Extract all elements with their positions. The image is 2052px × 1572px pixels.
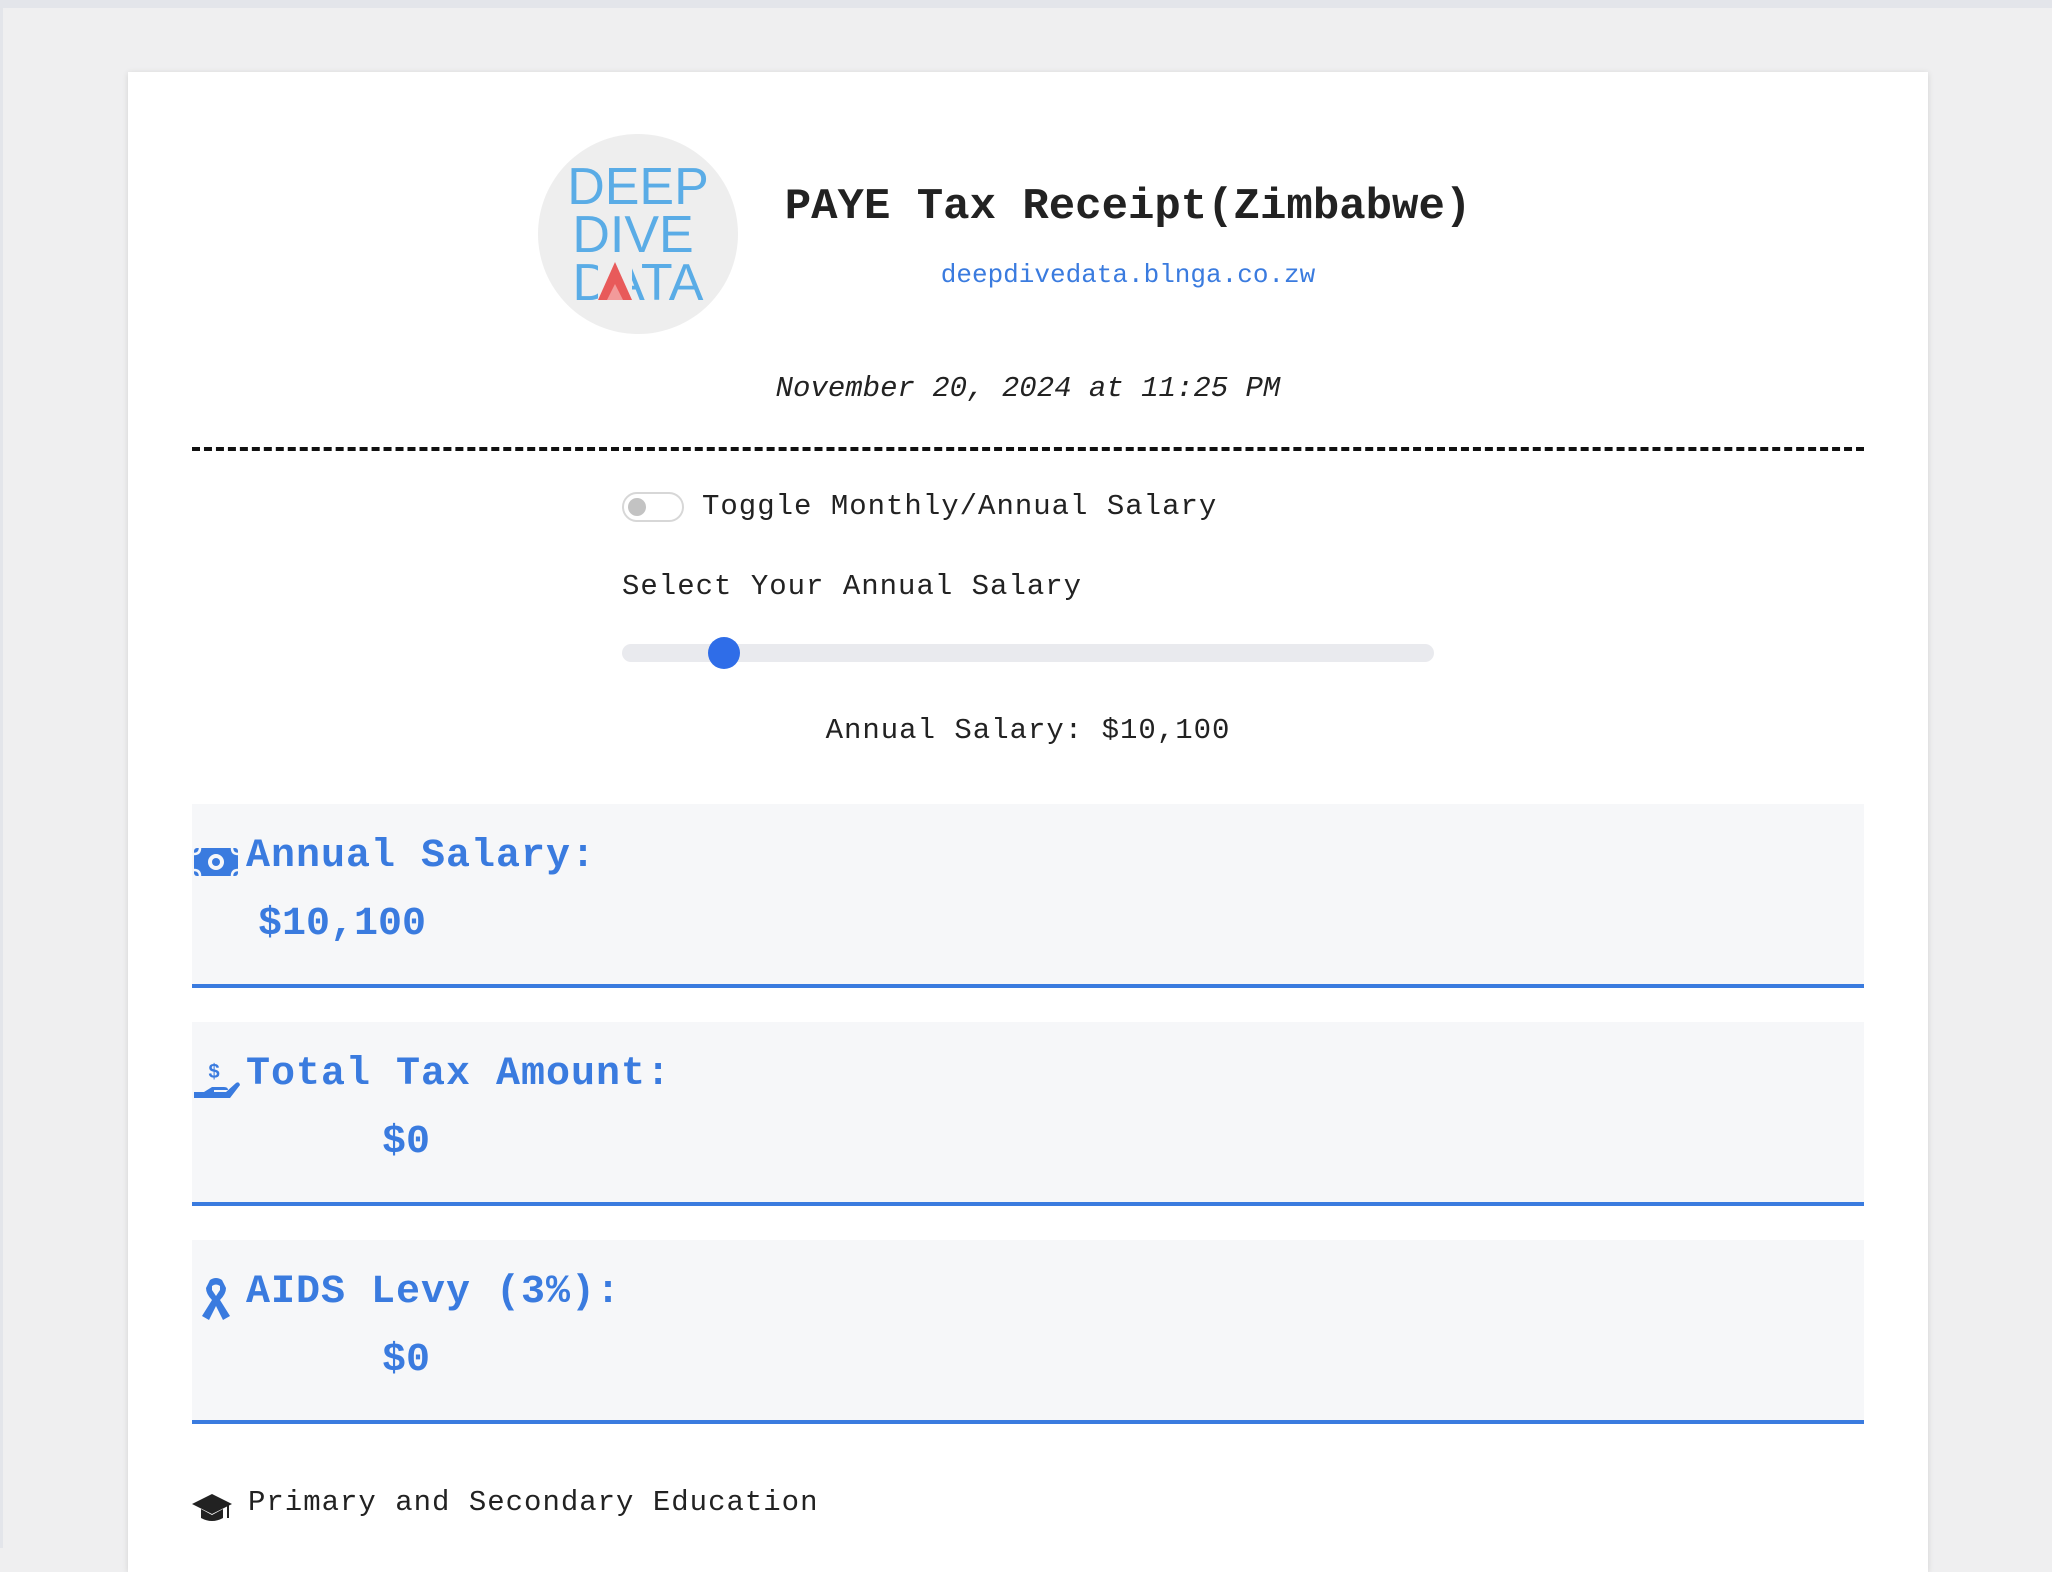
toggle-knob (628, 498, 646, 516)
money-bill-icon (193, 847, 239, 877)
window-top-border (0, 0, 2052, 8)
toggle-label: Toggle Monthly/Annual Salary (702, 490, 1218, 523)
salary-readout: Annual Salary: $10,100 (825, 714, 1231, 747)
hand-dollar-icon: $ (194, 1061, 240, 1098)
total-tax-card: $ Total Tax Amount: $0 (192, 1022, 1864, 1206)
section-education-label: Primary and Secondary Education (248, 1486, 819, 1519)
deep-dive-data-logo: DEEP DIVE DATA (538, 134, 738, 334)
aids-levy-label: AIDS Levy (3%): (246, 1270, 622, 1315)
svg-text:DATA: DATA (573, 254, 704, 312)
window-left-border (0, 0, 3, 1548)
annual-salary-label: Annual Salary: (246, 834, 597, 879)
total-tax-label: Total Tax Amount: (246, 1052, 672, 1097)
annual-salary-card: Annual Salary: $10,100 (192, 804, 1864, 988)
receipt-card: DEEP DIVE DATA PAYE Tax Receipt(Zimbabwe… (128, 72, 1928, 1572)
page-title: PAYE Tax Receipt(Zimbabwe) (784, 182, 1472, 232)
svg-text:$: $ (208, 1061, 219, 1083)
total-tax-value: $0 (382, 1120, 431, 1165)
aids-levy-card: AIDS Levy (3%): $0 (192, 1240, 1864, 1424)
aids-levy-value: $0 (382, 1338, 431, 1383)
ribbon-icon (202, 1278, 230, 1320)
graduation-cap-icon (192, 1494, 232, 1521)
dashed-divider (192, 447, 1864, 451)
website-link[interactable]: deepdivedata.blnga.co.zw (768, 260, 1488, 290)
salary-period-toggle[interactable] (622, 492, 684, 522)
salary-slider-label: Select Your Annual Salary (622, 570, 1083, 603)
salary-slider[interactable] (622, 637, 1434, 669)
annual-salary-value: $10,100 (258, 902, 427, 947)
receipt-date: November 20, 2024 at 11:25 PM (775, 372, 1281, 405)
slider-thumb[interactable] (707, 637, 740, 669)
